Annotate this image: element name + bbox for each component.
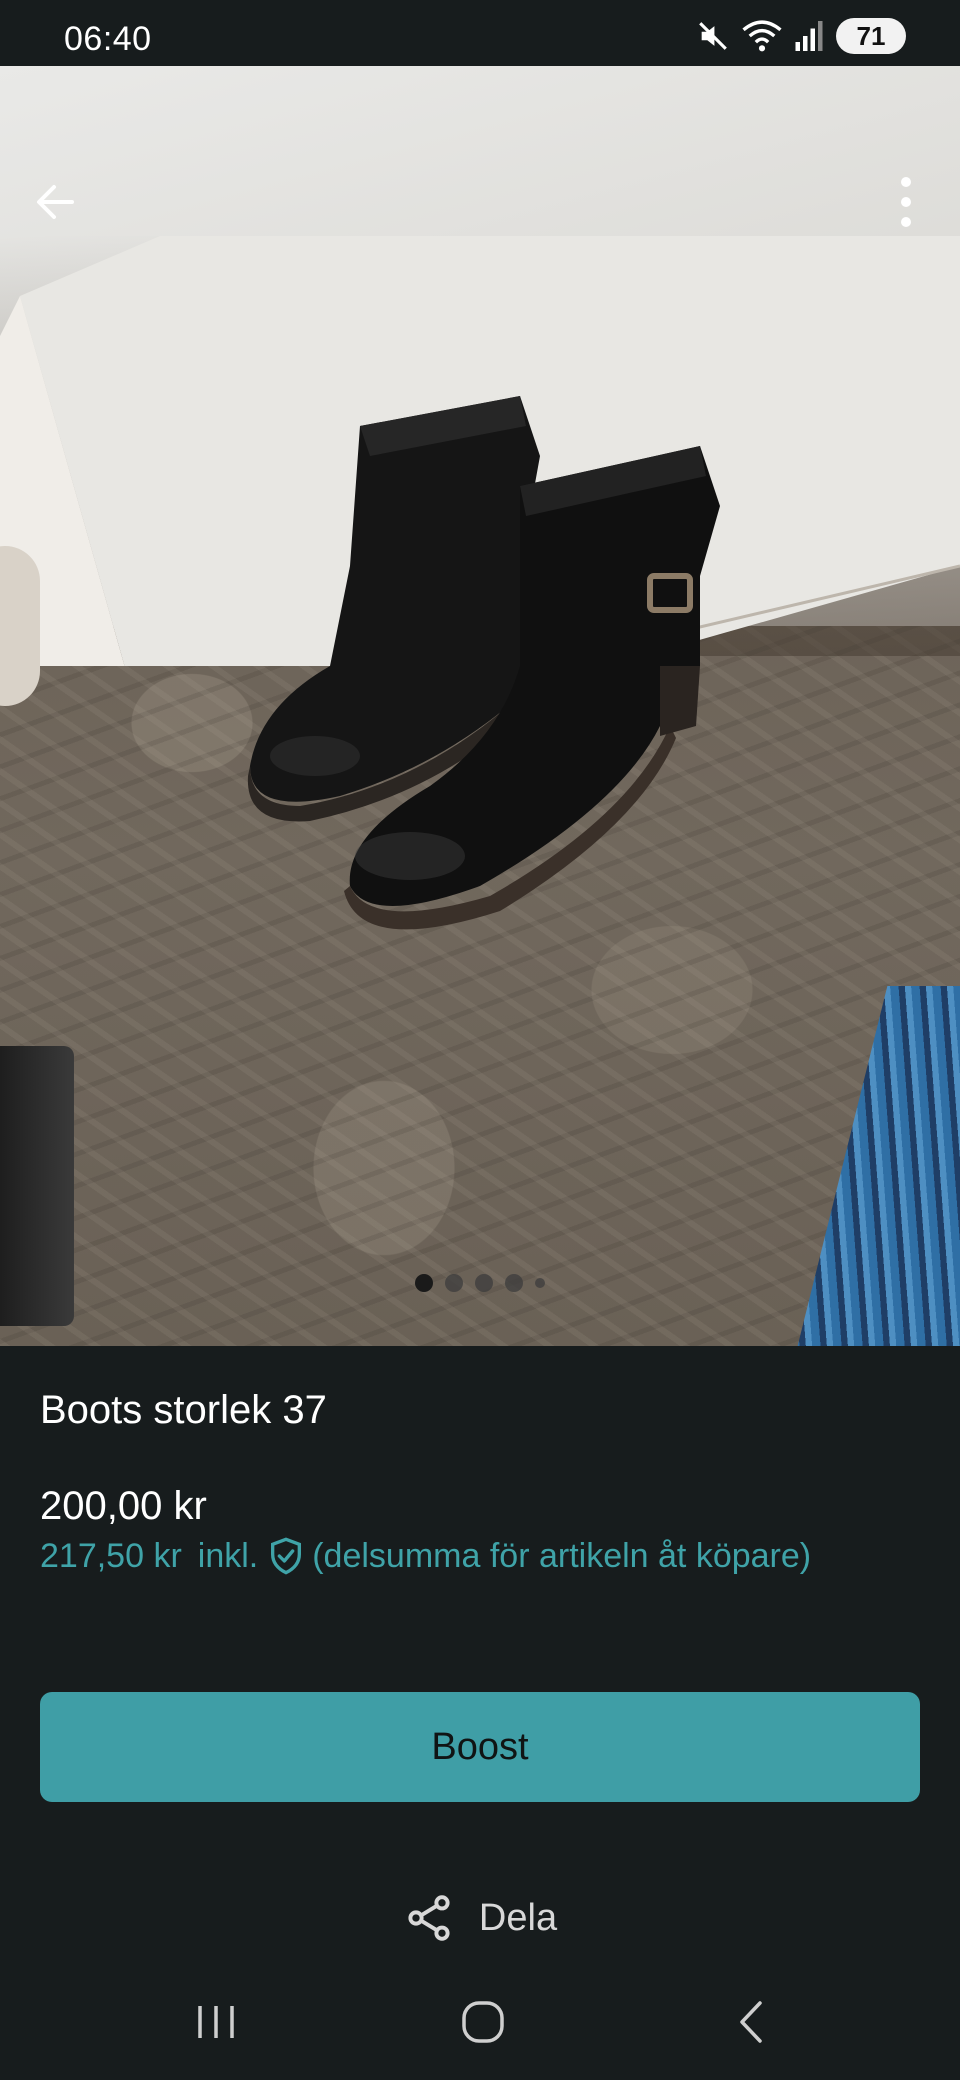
home-icon	[462, 2001, 504, 2043]
status-bar: 06:40 71	[0, 0, 960, 66]
buyer-price-info[interactable]: 217,50 kr inkl. (delsumma för artikeln å…	[40, 1536, 811, 1576]
listing-title: Boots storlek 37	[40, 1388, 327, 1432]
mute-icon	[699, 22, 727, 50]
system-nav-bar	[0, 1992, 960, 2080]
pager-dot[interactable]	[475, 1274, 493, 1292]
status-icons: 71	[696, 18, 906, 54]
battery-level: 71	[856, 20, 886, 51]
home-button[interactable]	[443, 1992, 523, 2052]
share-button[interactable]: Dela	[0, 1890, 960, 1946]
chevron-left-icon	[740, 2001, 762, 2043]
product-photo[interactable]	[0, 66, 960, 1346]
buyer-price-incl: inkl.	[197, 1536, 259, 1575]
status-time: 06:40	[64, 20, 152, 58]
share-icon	[408, 1895, 450, 1941]
photo-slipper	[0, 546, 40, 706]
more-options-icon[interactable]	[878, 172, 934, 232]
buyer-price-amount: 217,50 kr	[40, 1536, 182, 1575]
share-label: Dela	[478, 1896, 558, 1939]
pager-dot[interactable]	[535, 1278, 545, 1288]
recent-apps-icon	[198, 2006, 234, 2038]
recent-apps-button[interactable]	[176, 1992, 256, 2052]
pager-dot[interactable]	[505, 1274, 523, 1292]
boost-button[interactable]: Boost	[40, 1692, 920, 1802]
pager-dot[interactable]	[415, 1274, 433, 1292]
pager-dot[interactable]	[445, 1274, 463, 1292]
back-arrow-icon[interactable]	[28, 174, 84, 230]
wifi-icon	[742, 20, 782, 52]
system-back-button[interactable]	[712, 1992, 792, 2052]
shield-check-icon	[271, 1537, 302, 1575]
battery-icon: 71	[836, 18, 906, 54]
photo-pager	[0, 1274, 960, 1292]
signal-icon	[795, 21, 823, 51]
buyer-price-note: (delsumma för artikeln åt köpare)	[312, 1536, 812, 1575]
listing-price: 200,00 kr	[40, 1484, 207, 1528]
boots-image	[247, 396, 720, 930]
